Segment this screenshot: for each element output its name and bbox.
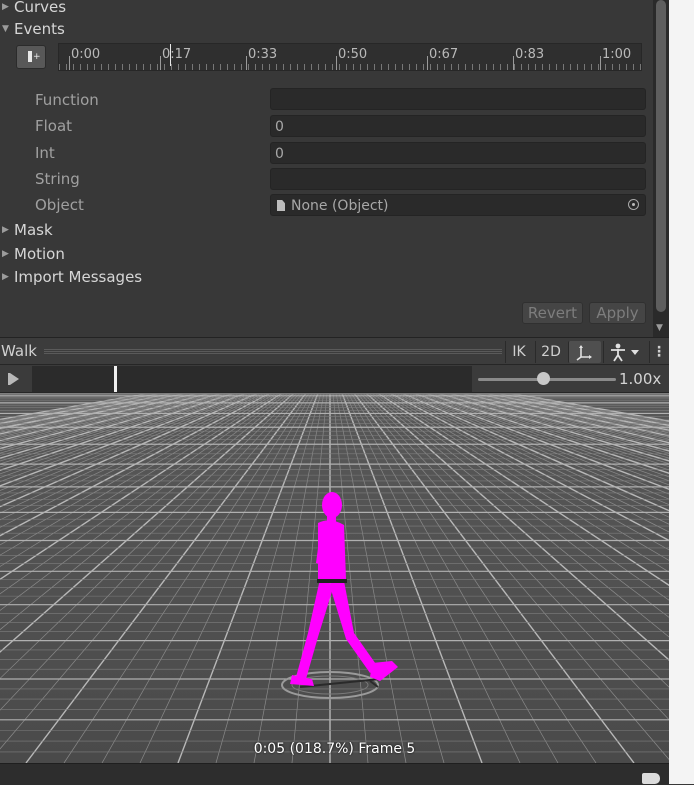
- foldout-label: Curves: [14, 0, 67, 16]
- foldout-collapsed-icon: ▶: [2, 272, 9, 282]
- ruler-tick-label: 0:50: [338, 47, 368, 62]
- int-field[interactable]: 0: [270, 142, 646, 164]
- revert-button[interactable]: Revert: [522, 302, 583, 324]
- foldout-events[interactable]: ▼ Events: [2, 20, 65, 38]
- ruler-tick-label: 0:33: [248, 47, 278, 62]
- object-field-value: None (Object): [291, 198, 389, 214]
- status-bar: [0, 763, 669, 785]
- avatar-selector[interactable]: [603, 341, 646, 363]
- object-label: Object: [35, 196, 84, 214]
- object-field[interactable]: None (Object): [270, 194, 646, 216]
- ruler-major-tick: [427, 56, 428, 70]
- preview-scene: [0, 393, 669, 763]
- ruler-major-tick: [513, 56, 514, 70]
- foldout-expanded-icon: ▼: [2, 24, 9, 34]
- function-field[interactable]: [270, 88, 646, 110]
- tag-icon[interactable]: [642, 773, 660, 784]
- speed-slider-thumb[interactable]: [537, 372, 550, 385]
- preview-toolbar: 1.00x: [0, 365, 669, 393]
- preview-clip-title: Walk: [1, 342, 37, 360]
- string-field[interactable]: [270, 168, 646, 190]
- foldout-mask[interactable]: ▶ Mask: [2, 221, 53, 239]
- more-options-icon[interactable]: ⋮: [649, 341, 668, 363]
- ruler-tick-label: 0:67: [429, 47, 459, 62]
- scrollbar-thumb[interactable]: [656, 0, 666, 312]
- speed-value: 1.00x: [619, 370, 662, 388]
- add-plus-glyph: +: [33, 52, 41, 62]
- scroll-down-icon[interactable]: ▼: [656, 323, 663, 333]
- ruler-playhead[interactable]: [170, 44, 171, 66]
- animation-import-inspector: ▶ Curves ▼ Events + 0:00 0:17 0:33 0:50 …: [0, 0, 653, 337]
- ruler-major-tick: [246, 56, 247, 70]
- ruler-tick-label: 0:00: [71, 47, 101, 62]
- function-label: Function: [35, 91, 99, 109]
- add-event-button[interactable]: +: [16, 45, 46, 69]
- add-event-icon: [28, 51, 32, 62]
- foldout-label: Import Messages: [14, 268, 143, 286]
- foldout-label: Events: [14, 20, 65, 38]
- object-picker-icon[interactable]: [628, 199, 639, 210]
- preview-scrubber[interactable]: [32, 366, 472, 392]
- move-axes-icon: [576, 345, 592, 361]
- foldout-label: Mask: [14, 221, 53, 239]
- ruler-major-tick: [336, 56, 337, 70]
- preview-drag-handle[interactable]: [44, 349, 502, 355]
- scrubber-playhead[interactable]: [114, 366, 117, 392]
- preview-header: Walk IK 2D ⋮: [0, 337, 669, 365]
- avatar-icon: [611, 343, 639, 362]
- ruler-tick-label: 0:83: [515, 47, 545, 62]
- foldout-collapsed-icon: ▶: [2, 2, 9, 12]
- ruler-tick-label: 0:17: [162, 47, 192, 62]
- frame-info-label: 0:05 (018.7%) Frame 5: [253, 741, 416, 757]
- apply-button[interactable]: Apply: [589, 302, 646, 324]
- string-label: String: [35, 170, 80, 188]
- play-icon[interactable]: [8, 373, 19, 385]
- 2d-toggle[interactable]: 2D: [535, 341, 566, 363]
- ruler-major-tick: [600, 56, 601, 70]
- preview-viewport[interactable]: [0, 393, 669, 763]
- ruler-major-tick: [160, 56, 161, 70]
- event-timeline-ruler[interactable]: 0:00 0:17 0:33 0:50 0:67 0:83 1:00: [58, 43, 642, 71]
- foldout-collapsed-icon: ▶: [2, 225, 9, 235]
- foldout-collapsed-icon: ▶: [2, 249, 9, 259]
- ruler-major-tick: [69, 56, 70, 70]
- window-edge: [669, 0, 694, 784]
- inspector-scrollbar[interactable]: ▼: [653, 0, 669, 337]
- foldout-import-messages[interactable]: ▶ Import Messages: [2, 268, 142, 286]
- move-tool-button[interactable]: [568, 341, 601, 363]
- foldout-motion[interactable]: ▶ Motion: [2, 245, 65, 263]
- ik-toggle[interactable]: IK: [505, 341, 532, 363]
- int-label: Int: [35, 144, 55, 162]
- object-file-icon: [277, 200, 285, 211]
- foldout-label: Motion: [14, 245, 65, 263]
- ruler-tick-label: 1:00: [602, 47, 632, 62]
- ruler-minor-ticks: [59, 64, 641, 70]
- foldout-curves[interactable]: ▶ Curves: [2, 0, 66, 16]
- float-field[interactable]: 0: [270, 115, 646, 137]
- character-hip-marker: [317, 579, 347, 583]
- float-label: Float: [35, 117, 73, 135]
